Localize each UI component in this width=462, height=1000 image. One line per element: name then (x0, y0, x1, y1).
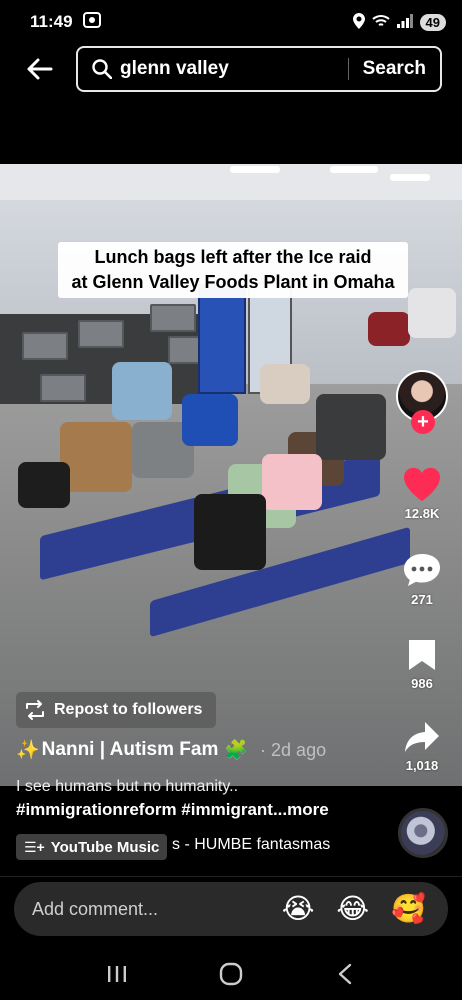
video-ceiling (0, 164, 462, 200)
back-arrow-icon (27, 58, 53, 80)
search-icon (92, 58, 114, 80)
heart-icon (403, 467, 441, 501)
music-badge-label: YouTube Music (50, 838, 160, 856)
status-bar: 11:49 49 (0, 0, 462, 44)
author-line[interactable]: ✨ Nanni | Autism Fam 🧩 · 2d ago (16, 738, 326, 762)
repost-button[interactable]: Repost to followers (16, 692, 216, 728)
location-icon (352, 12, 365, 32)
emoji-laughing[interactable]: 😂 (336, 895, 369, 923)
comment-placeholder[interactable]: Add comment... (32, 899, 282, 920)
wifi-icon (371, 14, 390, 31)
video-caption: Lunch bags left after the Ice raid at Gl… (58, 242, 408, 298)
search-header: glenn valley Search (0, 46, 462, 92)
video-caption-line1: Lunch bags left after the Ice raid (94, 247, 372, 267)
save-count: 986 (411, 676, 433, 691)
back-button[interactable] (24, 54, 56, 84)
search-divider (347, 58, 349, 80)
music-track[interactable]: s - HUMBE fantasmas (172, 836, 362, 854)
screenshot-icon (82, 11, 101, 33)
comment-count: 271 (411, 592, 433, 607)
playlist-add-icon: ☰+ (24, 838, 45, 855)
author-name[interactable]: Nanni | Autism Fam (42, 739, 219, 761)
emoji-crying[interactable]: 😭 (282, 895, 315, 923)
sparkles-icon: ✨ (16, 740, 40, 761)
follow-button[interactable]: + (411, 410, 435, 434)
status-time: 11:49 (30, 12, 73, 31)
search-query-text[interactable]: glenn valley (120, 58, 348, 80)
save-button[interactable]: 986 (382, 638, 462, 691)
signal-icon (396, 13, 413, 31)
system-nav-bar (0, 948, 462, 1000)
back-nav-button[interactable] (325, 954, 365, 994)
puzzle-icon: 🧩 (224, 740, 249, 761)
home-icon (219, 962, 243, 986)
music-disc[interactable] (398, 808, 448, 858)
post-description: I see humans but no humanity.. (16, 778, 239, 795)
battery-indicator: 49 (419, 13, 446, 31)
search-input[interactable]: glenn valley Search (76, 46, 442, 92)
recents-button[interactable] (97, 954, 137, 994)
post-date: · 2d ago (260, 739, 327, 760)
like-count: 12.8K (404, 506, 440, 521)
music-badge[interactable]: ☰+ YouTube Music (16, 834, 168, 860)
share-icon (405, 722, 439, 752)
video-caption-line2: at Glenn Valley Foods Plant in Omaha (71, 272, 395, 292)
bookmark-icon (409, 640, 435, 670)
comment-input[interactable]: Add comment... 😭 😂 🥰 (14, 882, 448, 936)
chevron-left-icon (338, 963, 352, 985)
search-button[interactable]: Search (363, 58, 426, 80)
repost-icon (26, 700, 44, 720)
home-button[interactable] (211, 954, 251, 994)
emoji-love[interactable]: 🥰 (391, 895, 426, 923)
comment-icon (404, 554, 440, 586)
share-count: 1,018 (405, 758, 439, 773)
share-button[interactable]: 1,018 (382, 720, 462, 773)
comment-button[interactable]: 271 (382, 552, 462, 607)
recents-icon (108, 966, 126, 982)
like-button[interactable]: 12.8K (382, 466, 462, 521)
repost-label: Repost to followers (54, 701, 203, 718)
divider (0, 876, 462, 877)
post-hashtags[interactable]: #immigrationreform #immigrant...more (16, 800, 329, 820)
